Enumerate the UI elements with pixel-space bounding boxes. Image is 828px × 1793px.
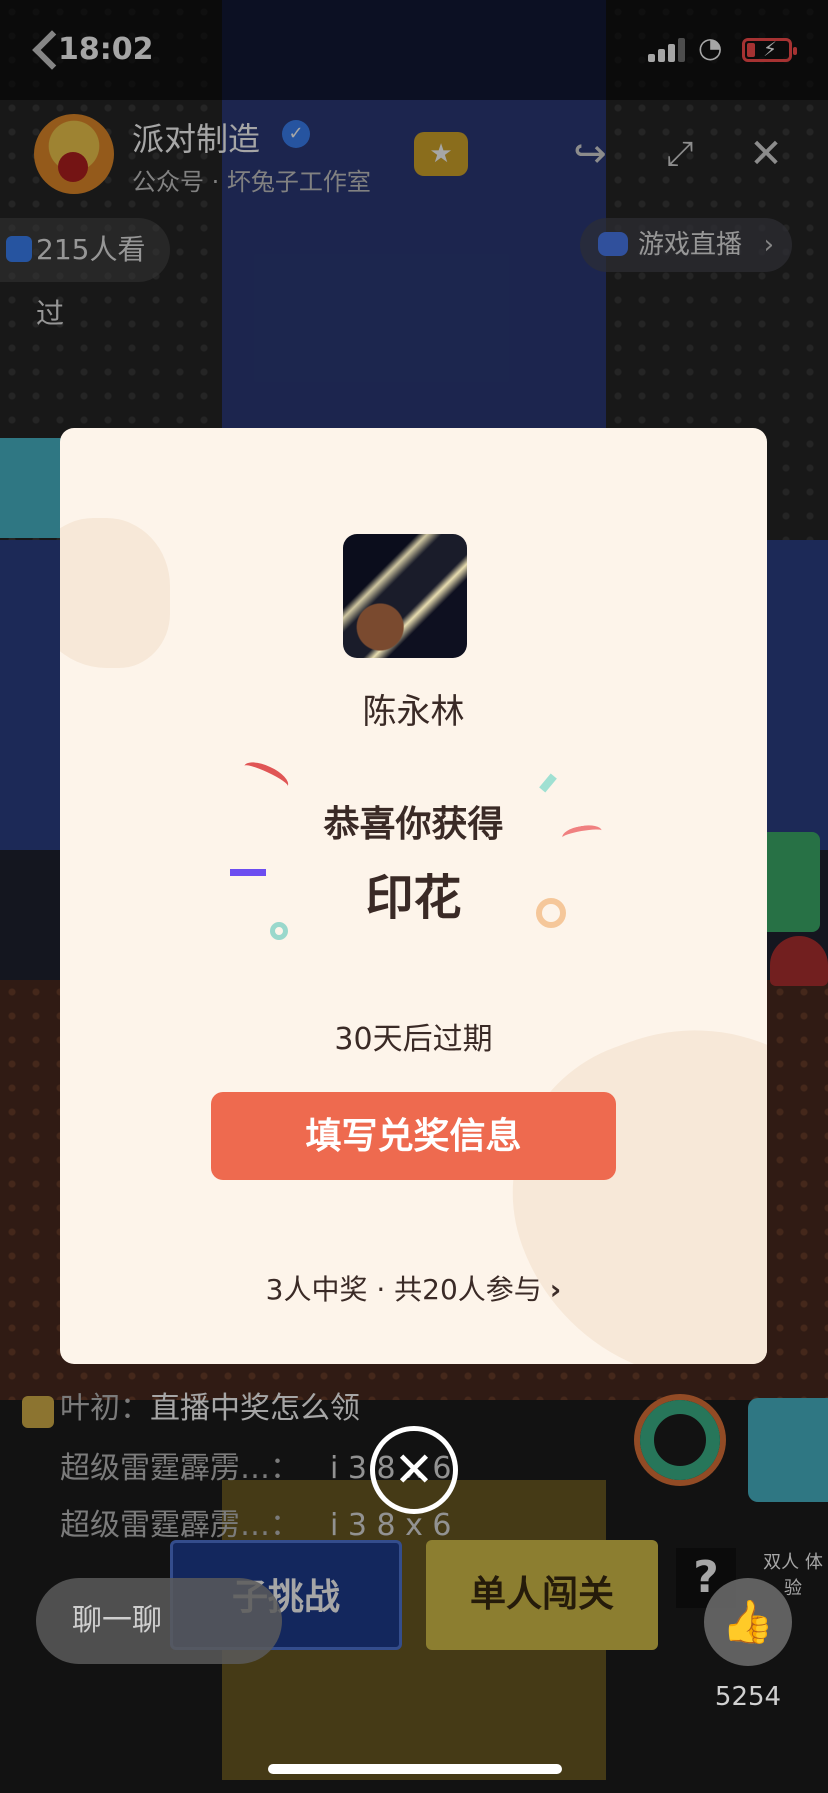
home-indicator[interactable]	[268, 1764, 562, 1774]
confetti-icon	[539, 773, 557, 793]
congrats-text: 恭喜你获得	[323, 804, 504, 845]
like-count: 5254	[714, 1682, 782, 1712]
participants-label: 3人中奖 · 共20人参与	[265, 1273, 542, 1306]
prize-name: 印花	[365, 870, 462, 926]
participants-link[interactable]: 3人中奖 · 共20人参与 ›	[60, 1268, 767, 1308]
prize-expiry: 30天后过期	[334, 1022, 493, 1057]
circle-close-icon[interactable]: ✕	[370, 1426, 458, 1514]
prize-modal: 陈永林 恭喜你获得 印花 30天后过期 填写兑奖信息 3人中奖 · 共20人参与…	[60, 428, 767, 1364]
winner-name: 陈永林	[362, 692, 465, 732]
claim-prize-button[interactable]: 填写兑奖信息	[211, 1092, 616, 1180]
thumbs-up-icon[interactable]: 👍	[704, 1578, 792, 1666]
decorative-shape	[60, 518, 170, 668]
confetti-icon	[240, 756, 292, 796]
chevron-right-icon: ›	[549, 1273, 562, 1306]
chat-input[interactable]: 聊一聊	[36, 1578, 282, 1664]
winner-avatar	[343, 534, 467, 658]
